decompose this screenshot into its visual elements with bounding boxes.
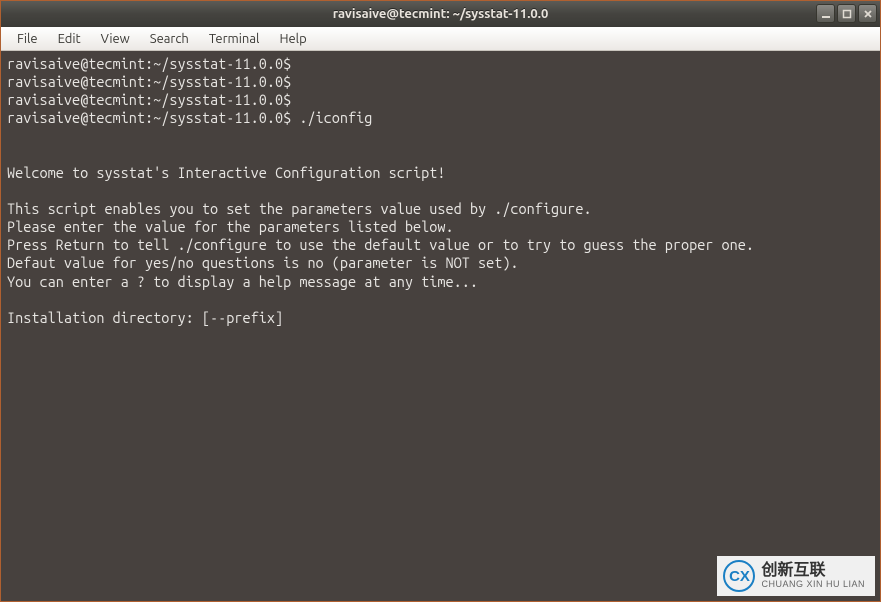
- watermark-en: CHUANG XIN HU LIAN: [761, 580, 865, 590]
- menu-help[interactable]: Help: [269, 30, 316, 48]
- terminal-window: ravisaive@tecmint: ~/sysstat-11.0.0 File…: [0, 0, 881, 602]
- menu-search[interactable]: Search: [140, 30, 199, 48]
- watermark-cn: 创新互联: [761, 562, 865, 580]
- window-controls: [816, 4, 877, 23]
- menubar: File Edit View Search Terminal Help: [1, 27, 880, 51]
- minimize-icon: [821, 9, 831, 19]
- menu-terminal[interactable]: Terminal: [199, 30, 270, 48]
- menu-file[interactable]: File: [7, 30, 48, 48]
- watermark-icon: CX: [723, 560, 755, 592]
- close-icon: [863, 9, 873, 19]
- window-title: ravisaive@tecmint: ~/sysstat-11.0.0: [5, 7, 876, 21]
- titlebar: ravisaive@tecmint: ~/sysstat-11.0.0: [1, 1, 880, 27]
- menu-view[interactable]: View: [91, 30, 140, 48]
- maximize-button[interactable]: [837, 4, 856, 23]
- menu-edit[interactable]: Edit: [48, 30, 91, 48]
- terminal-content[interactable]: ravisaive@tecmint:~/sysstat-11.0.0$ ravi…: [1, 51, 880, 601]
- close-button[interactable]: [858, 4, 877, 23]
- minimize-button[interactable]: [816, 4, 835, 23]
- watermark: CX 创新互联 CHUANG XIN HU LIAN: [717, 556, 875, 596]
- maximize-icon: [842, 9, 852, 19]
